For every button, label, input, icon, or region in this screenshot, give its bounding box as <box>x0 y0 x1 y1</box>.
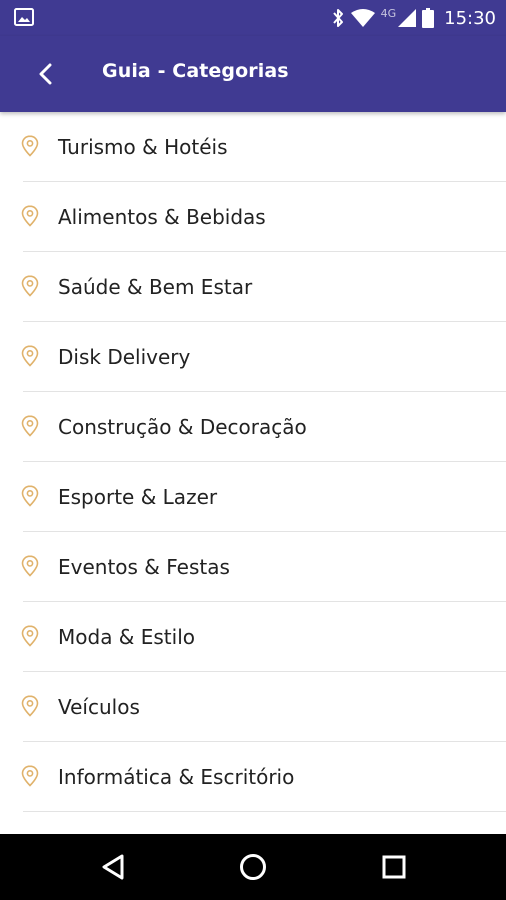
map-pin-icon <box>21 485 39 507</box>
list-item-label: Esporte & Lazer <box>58 485 218 509</box>
list-item[interactable]: Turismo & Hotéis <box>0 112 506 182</box>
list-item-label: Turismo & Hotéis <box>58 135 228 159</box>
recents-square-icon <box>382 855 406 879</box>
status-icons: 4G 15:30 <box>331 6 496 30</box>
back-button[interactable] <box>30 58 62 90</box>
list-item[interactable]: Moda & Estilo <box>0 602 506 672</box>
map-pin-icon <box>21 555 39 577</box>
nav-home-button[interactable] <box>236 850 270 884</box>
list-item-label: Construção & Decoração <box>58 415 307 439</box>
nav-recents-button[interactable] <box>377 850 411 884</box>
navigation-bar <box>0 834 506 900</box>
map-pin-icon <box>21 765 39 787</box>
list-item-label: Veículos <box>58 695 140 719</box>
map-pin-icon <box>21 625 39 647</box>
list-item[interactable]: Veículos <box>0 672 506 742</box>
list-item[interactable]: Eventos & Festas <box>0 532 506 602</box>
list-item[interactable]: Construção & Decoração <box>0 392 506 462</box>
signal-icon <box>398 9 417 27</box>
battery-icon <box>422 8 435 28</box>
map-pin-icon <box>21 205 39 227</box>
list-item[interactable]: Informática & Escritório <box>0 742 506 812</box>
nav-back-button[interactable] <box>96 850 130 884</box>
screen: 4G 15:30 Guia - Categorias Turismo & Hot… <box>0 0 506 900</box>
list-item-label: Saúde & Bem Estar <box>58 275 253 299</box>
list-item-label: Eventos & Festas <box>58 555 230 579</box>
list-item-label: Moda & Estilo <box>58 625 196 649</box>
map-pin-icon <box>21 695 39 717</box>
back-triangle-icon <box>102 854 124 880</box>
network-type: 4G <box>380 6 397 20</box>
map-pin-icon <box>21 275 39 297</box>
list-item[interactable]: Alimentos & Bebidas <box>0 182 506 252</box>
home-circle-icon <box>240 854 266 880</box>
status-time: 15:30 <box>444 7 496 29</box>
map-pin-icon <box>21 135 39 157</box>
app-bar: Guia - Categorias <box>0 36 506 112</box>
category-list: Turismo & Hotéis Alimentos & Bebidas Saúde… <box>0 112 506 834</box>
wifi-icon <box>350 9 375 27</box>
divider <box>23 811 506 812</box>
list-item[interactable]: Disk Delivery <box>0 322 506 392</box>
bluetooth-icon <box>331 8 345 28</box>
list-item-label: Alimentos & Bebidas <box>58 205 266 229</box>
map-pin-icon <box>21 415 39 437</box>
image-icon <box>14 8 36 28</box>
list-item-label: Disk Delivery <box>58 345 191 369</box>
chevron-left-icon <box>39 63 52 85</box>
page-title: Guia - Categorias <box>102 60 289 82</box>
list-item-label: Informática & Escritório <box>58 765 295 789</box>
status-bar: 4G 15:30 <box>0 0 506 36</box>
map-pin-icon <box>21 345 39 367</box>
list-item[interactable]: Esporte & Lazer <box>0 462 506 532</box>
list-item[interactable]: Saúde & Bem Estar <box>0 252 506 322</box>
